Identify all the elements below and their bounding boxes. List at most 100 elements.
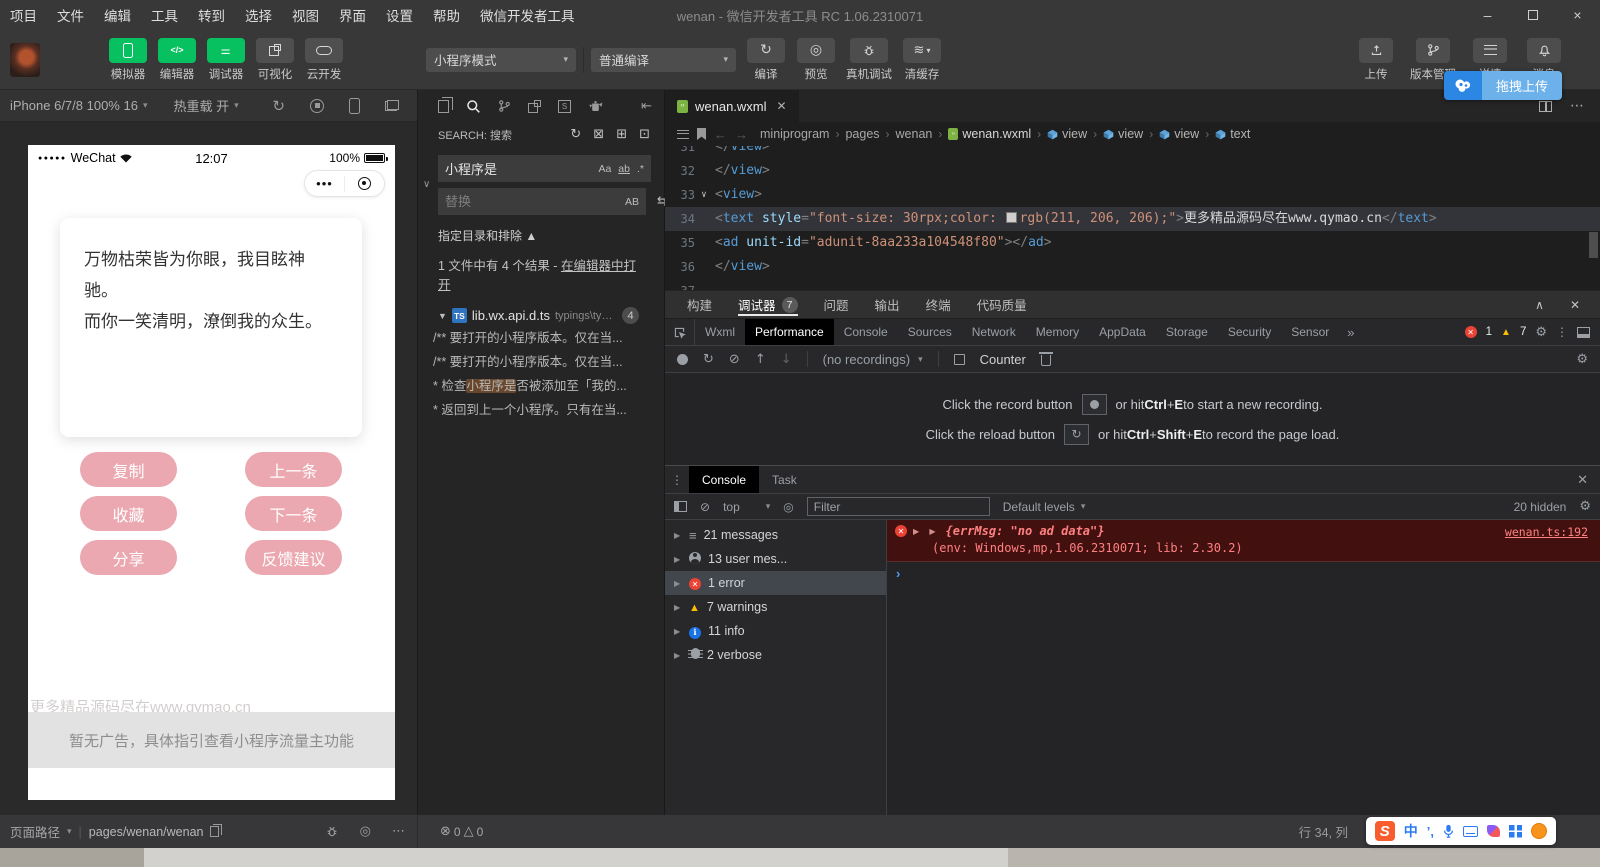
files-icon[interactable] [438,96,453,113]
search-options-toggle[interactable]: 指定目录和排除 ▲ [438,227,651,244]
phone-button-反馈建议[interactable]: 反馈建议 [245,540,342,575]
color-swatch[interactable] [1005,212,1017,223]
whole-word-icon[interactable]: ab [615,162,633,176]
action-真机调试[interactable]: 真机调试 [846,37,892,82]
record-icon[interactable] [1081,393,1107,415]
tool-cloud[interactable]: 云开发 [304,37,344,82]
devtools-tab-Memory[interactable]: Memory [1026,319,1089,345]
maximize-button[interactable] [1510,0,1555,30]
code-line-34[interactable]: 34 <text style="font-size: 30rpx;color: r… [665,207,1600,231]
devtools-tab-Storage[interactable]: Storage [1156,319,1218,345]
tool-debugger[interactable]: ⚌ 调试器 [206,37,246,82]
filter-input[interactable] [806,497,990,516]
bookmark-icon[interactable] [697,128,706,140]
vconsole-bug-icon[interactable] [325,825,339,838]
settings-gear-icon[interactable]: ⚙ [1535,325,1547,340]
action-编译[interactable]: ↻ 编译 [746,37,786,82]
hot-reload-toggle[interactable]: 热重载 开 ▾ [173,96,238,115]
search-result-row[interactable]: * 检查小程序是否被添加至「我的... [418,374,664,398]
inspect-icon[interactable] [665,319,695,345]
context-selector[interactable]: top ▾ [723,500,770,514]
code-line-33[interactable]: 33 ∨ <view> [665,183,1600,207]
error-source-link[interactable]: wenan.ts:192 [1505,525,1588,539]
error-object[interactable]: {errMsg: "no ad data"} [946,524,1105,538]
breadcrumb-text[interactable]: text [1215,127,1250,141]
phone-icon[interactable] [349,97,360,114]
page-path-label[interactable]: 页面路径 [10,822,60,841]
breadcrumb-view[interactable]: view [1103,127,1143,141]
menu-工具[interactable]: 工具 [141,0,188,30]
clear-results-icon[interactable]: ⊠ [593,127,604,142]
search-icon[interactable] [466,99,481,114]
console-error-message[interactable]: ✕ ▶ ▶ {errMsg: "no ad data"} (env: Windo… [887,520,1600,562]
clear-console-icon[interactable]: ⊘ [700,500,710,514]
close-tab-icon[interactable]: ✕ [777,99,787,113]
minimize-button[interactable]: – [1465,0,1510,30]
tool-editor[interactable]: </> 编辑器 [157,37,197,82]
breadcrumb-pages[interactable]: pages [845,127,879,141]
fold-icon[interactable]: ∨ [695,183,713,207]
menu-帮助[interactable]: 帮助 [423,0,470,30]
breadcrumb-miniprogram[interactable]: miniprogram [760,127,829,141]
trash-icon[interactable] [1038,352,1053,366]
search-result-row[interactable]: * 返回到上一个小程序。只有在当... [418,398,664,422]
console-filter-1 error[interactable]: ▶ ✕ 1 error [665,571,886,595]
panel-tab-调试器[interactable]: 调试器 7 [738,291,798,318]
panel-tab-问题[interactable]: 问题 [824,291,849,318]
menu-视图[interactable]: 视图 [282,0,329,30]
breadcrumb-view[interactable]: view [1047,127,1087,141]
levels-dropdown[interactable]: Default levels ▾ [1003,500,1086,514]
match-case-icon[interactable]: Aa [595,162,614,176]
menu-界面[interactable]: 界面 [329,0,376,30]
extensions-icon[interactable] [528,99,541,113]
tool-visual[interactable]: 可视化 [255,37,295,82]
record-icon[interactable] [677,353,688,365]
breadcrumb-view[interactable]: view [1159,127,1199,141]
close-panel-icon[interactable]: ✕ [1570,298,1580,312]
phone-button-上一条[interactable]: 上一条 [245,452,342,487]
console-sidebar-toggle-icon[interactable] [674,501,687,512]
devtools-tab-Wxml[interactable]: Wxml [695,319,745,345]
collapse-panel-icon[interactable]: ∧ [1535,298,1544,312]
devtools-tab-Security[interactable]: Security [1218,319,1281,345]
editor-tab[interactable]: ‹› wenan.wxml ✕ [665,90,799,122]
preview-eye-icon[interactable]: ◎ [360,824,371,839]
phone-button-分享[interactable]: 分享 [80,540,177,575]
skin-icon[interactable] [1487,825,1500,837]
open-in-editor-icon[interactable]: ⊡ [639,127,650,142]
problems-summary[interactable]: ⊗ 0 △ 0 [418,824,483,839]
teapot-icon[interactable] [588,100,603,112]
recordings-dropdown[interactable]: (no recordings) ▾ [823,352,923,367]
outline-icon[interactable] [677,129,689,139]
console-filter-2 verbose[interactable]: ▶ 2 verbose [665,643,886,667]
clear-icon[interactable]: ⊘ [729,352,740,367]
refresh-search-icon[interactable]: ↻ [570,127,581,142]
phone-button-收藏[interactable]: 收藏 [80,496,177,531]
cursor-position[interactable]: 行 34, 列 [1299,822,1348,841]
phone-button-复制[interactable]: 复制 [80,452,177,487]
scrollbar-thumb[interactable] [1589,232,1598,258]
ime-language-icon[interactable]: 中 [1404,821,1418,841]
multi-window-icon[interactable] [385,100,399,111]
search-result-row[interactable]: /** 要打开的小程序版本。仅在当... [418,326,664,350]
live-expression-icon[interactable]: ◎ [783,500,793,514]
reload-icon[interactable]: ↻ [1063,423,1089,445]
result-file-row[interactable]: ▼ TS lib.wx.api.d.ts typings\types\... 4 [438,307,651,324]
more-actions-icon[interactable]: ⋯ [1570,98,1584,114]
load-profile-icon[interactable]: ↑ [755,352,766,367]
panel-tab-输出[interactable]: 输出 [875,291,900,318]
back-icon[interactable]: ← [714,127,727,142]
plugin-icon[interactable]: S [558,99,571,113]
tool-simulator[interactable]: 模拟器 [108,37,148,82]
code-line-31[interactable]: 31 </view> [665,146,1600,159]
mode-dropdown[interactable]: 小程序模式 ▾ [426,47,576,72]
panel-tab-构建[interactable]: 构建 [687,291,712,318]
save-profile-icon[interactable]: ↓ [781,352,792,367]
refresh-icon[interactable]: ↻ [272,97,285,115]
more-dots-icon[interactable]: ••• [305,177,344,190]
devtools-tab-Console[interactable]: Console [834,319,898,345]
menu-编辑[interactable]: 编辑 [94,0,141,30]
console-prompt[interactable]: › [887,562,1600,584]
more-tabs-icon[interactable]: » [1339,319,1362,345]
console-filter-13 user mes...[interactable]: ▶ 13 user mes... [665,547,886,571]
